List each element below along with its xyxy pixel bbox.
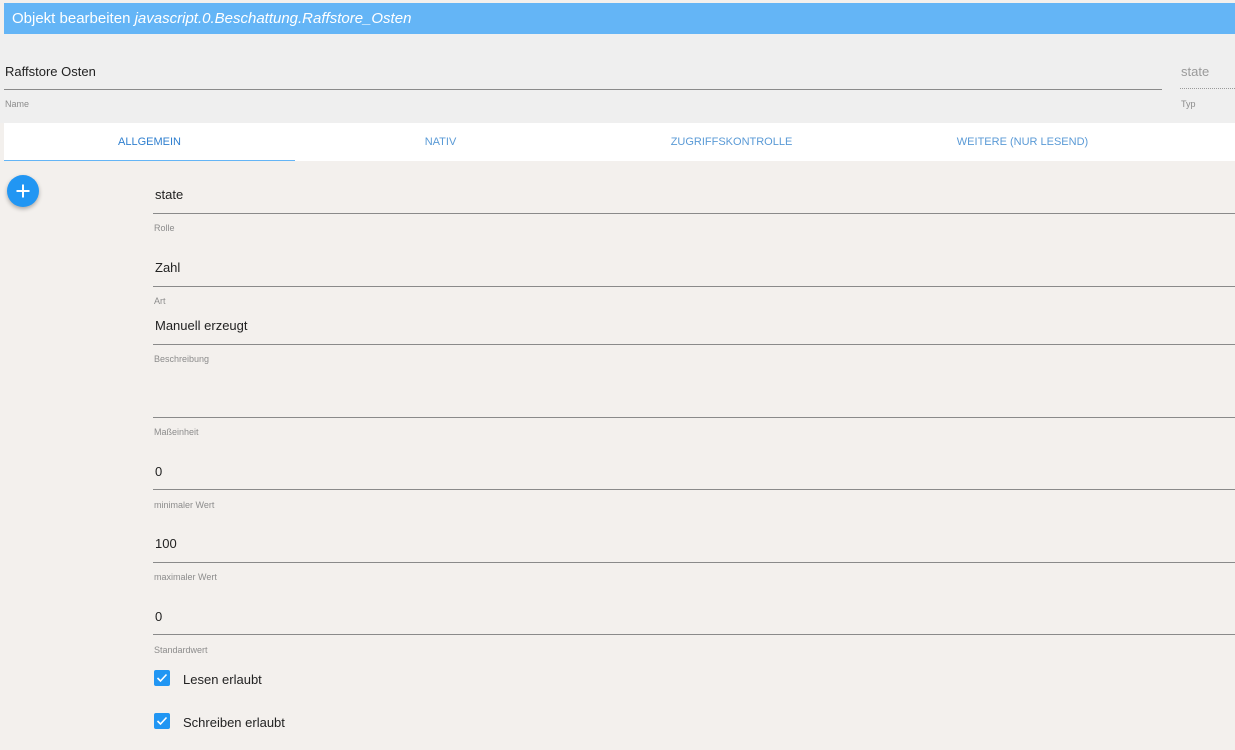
read-allowed-label: Lesen erlaubt — [183, 672, 262, 687]
write-allowed-checkbox[interactable] — [154, 713, 170, 729]
unit-label: Maßeinheit — [154, 427, 199, 437]
kind-value: Zahl — [155, 260, 181, 275]
kind-select[interactable]: Zahl — [153, 252, 1235, 287]
min-value: 0 — [155, 464, 163, 479]
write-allowed-label: Schreiben erlaubt — [183, 715, 285, 730]
max-value-label: maximaler Wert — [154, 572, 217, 582]
tab-zugriffskontrolle[interactable]: Zugriffskontrolle — [586, 123, 877, 161]
dialog-title-prefix: Objekt bearbeiten — [12, 10, 131, 27]
role-input[interactable]: state — [153, 180, 1235, 214]
unit-input[interactable] — [153, 380, 1235, 418]
name-input[interactable]: Raffstore Osten — [4, 60, 1162, 90]
min-value-input[interactable]: 0 — [153, 455, 1235, 490]
min-value-label: minimaler Wert — [154, 500, 215, 510]
tab-bar: Allgemein Nativ Zugriffskontrolle Weiter… — [4, 123, 1235, 161]
name-input-value: Raffstore Osten — [5, 64, 96, 79]
plus-icon — [16, 184, 30, 198]
default-value: 0 — [155, 609, 163, 624]
default-value-input[interactable]: 0 — [153, 600, 1235, 635]
default-value-label: Standardwert — [154, 645, 208, 655]
dialog-title-bar: Objekt bearbeiten javascript.0.Beschattu… — [4, 3, 1235, 34]
checkmark-icon — [156, 673, 168, 683]
tab-nativ[interactable]: Nativ — [295, 123, 586, 161]
tab-allgemein[interactable]: Allgemein — [4, 123, 295, 161]
name-label: Name — [5, 99, 30, 109]
kind-label: Art — [154, 296, 166, 306]
description-input[interactable]: Manuell erzeugt — [153, 310, 1235, 345]
description-value: Manuell erzeugt — [155, 318, 248, 333]
tab-weitere[interactable]: Weitere (nur lesend) — [877, 123, 1168, 161]
type-label: Typ — [1181, 99, 1196, 109]
type-field: state — [1180, 60, 1235, 89]
max-value: 100 — [155, 536, 177, 551]
checkmark-icon — [156, 716, 168, 726]
role-value: state — [155, 187, 184, 202]
dialog-object-path: javascript.0.Beschattung.Raffstore_Osten — [134, 10, 412, 27]
description-label: Beschreibung — [154, 354, 210, 364]
add-button[interactable] — [7, 175, 39, 207]
read-allowed-checkbox[interactable] — [154, 670, 170, 686]
type-field-value: state — [1181, 64, 1210, 79]
max-value-input[interactable]: 100 — [153, 527, 1235, 563]
role-label: Rolle — [154, 223, 175, 233]
